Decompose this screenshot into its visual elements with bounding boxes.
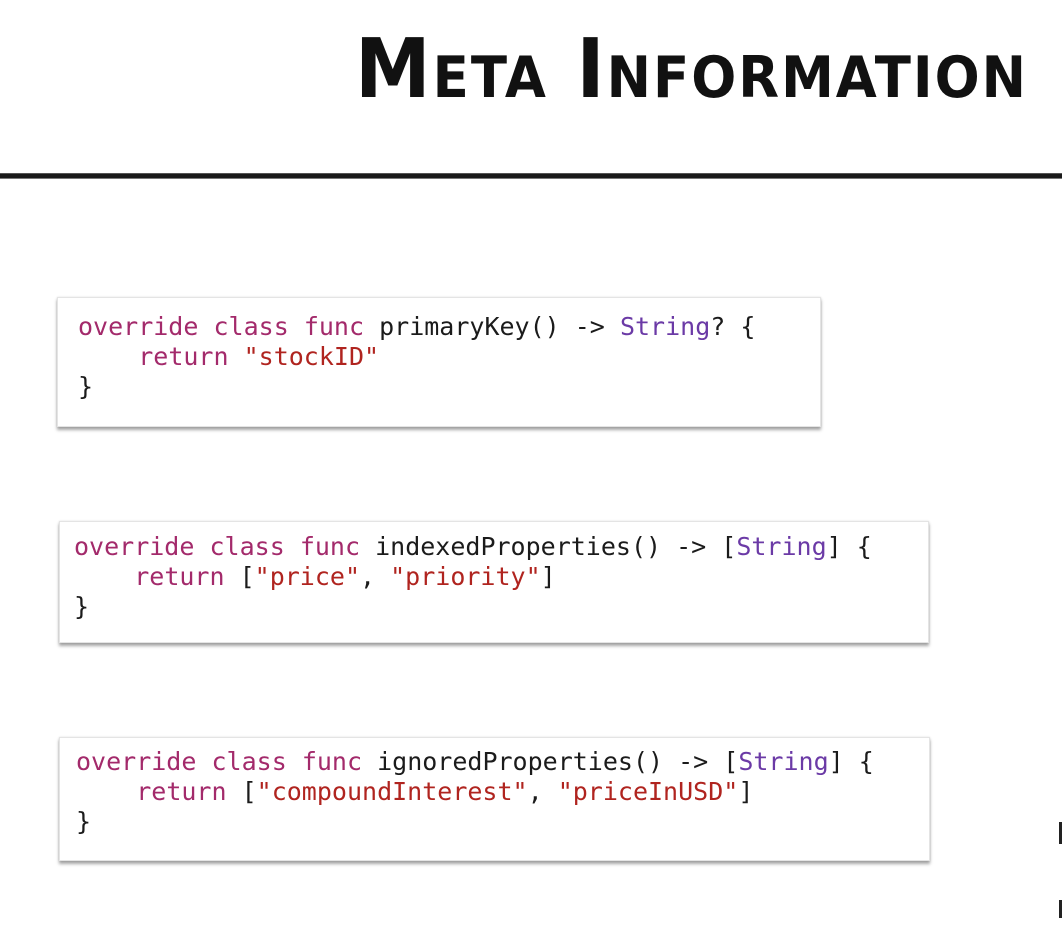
keyword-override: override (76, 747, 197, 776)
slide-title: Meta Information (355, 20, 1028, 117)
array-open: [ (239, 562, 255, 591)
type-name: String (736, 532, 827, 561)
keyword-func: func (303, 312, 365, 341)
code-line-1: override class func primaryKey() -> Stri… (78, 312, 800, 342)
string-literal: "priceInUSD" (557, 777, 739, 806)
array-close: ] (540, 562, 556, 591)
string-literal: "priority" (390, 562, 541, 591)
type-name: String (738, 747, 829, 776)
keyword-class: class (213, 312, 289, 341)
keyword-return: return (138, 342, 229, 371)
code-line-3: } (74, 592, 90, 621)
string-literal: "stockID" (243, 342, 380, 371)
title-underline (0, 173, 1062, 179)
code-line-2: return ["compoundInterest", "priceInUSD"… (76, 777, 909, 807)
code-line-2: return ["price", "priority"] (74, 562, 908, 592)
keyword-return: return (134, 562, 225, 591)
array-open: [ (241, 777, 257, 806)
keyword-override: override (78, 312, 199, 341)
separator: , (360, 562, 391, 591)
code-snippet-ignored-properties: override class func ignoredProperties() … (59, 737, 930, 861)
code-snippet-primary-key: override class func primaryKey() -> Stri… (57, 297, 821, 427)
function-signature: ignoredProperties() -> [ (377, 747, 739, 776)
keyword-override: override (74, 532, 195, 561)
signature-tail: ] { (826, 532, 872, 561)
signature-tail: ] { (828, 747, 874, 776)
function-signature: indexedProperties() -> [ (375, 532, 737, 561)
keyword-return: return (136, 777, 227, 806)
keyword-func: func (299, 532, 361, 561)
code-line-1: override class func ignoredProperties() … (76, 747, 909, 777)
string-literal: "compoundInterest" (256, 777, 528, 806)
array-close: ] (738, 777, 754, 806)
string-literal: "price" (254, 562, 361, 591)
code-line-2: return "stockID" (78, 342, 800, 372)
code-line-3: } (78, 372, 94, 401)
code-line-1: override class func indexedProperties() … (74, 532, 908, 562)
signature-tail: ? { (710, 312, 756, 341)
separator: , (527, 777, 558, 806)
keyword-class: class (211, 747, 287, 776)
code-snippet-indexed-properties: override class func indexedProperties() … (59, 521, 929, 643)
type-name: String (619, 312, 711, 341)
keyword-class: class (209, 532, 285, 561)
keyword-func: func (301, 747, 363, 776)
code-line-3: } (76, 807, 92, 836)
function-signature: primaryKey() -> (379, 312, 605, 341)
